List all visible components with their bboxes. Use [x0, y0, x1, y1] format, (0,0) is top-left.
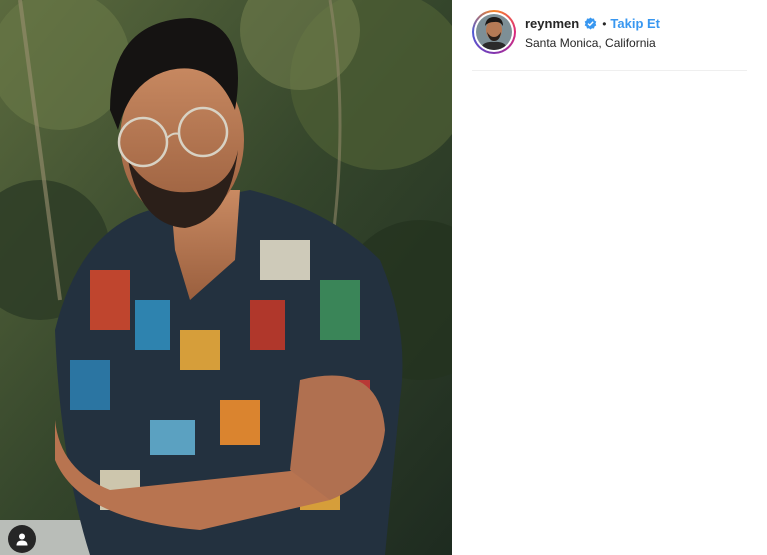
avatar-image: [476, 14, 512, 50]
post-photo-image: [0, 0, 452, 555]
username-link[interactable]: reynmen: [525, 16, 579, 31]
header-divider: [472, 70, 747, 71]
location-link[interactable]: Santa Monica, California: [525, 36, 656, 50]
avatar[interactable]: [472, 10, 516, 54]
post-sidebar: reynmen • Takip Et Santa Monica, Califor…: [452, 0, 767, 555]
verified-badge-icon: [584, 17, 597, 30]
separator-dot: •: [602, 16, 607, 31]
post-photo[interactable]: [0, 0, 452, 555]
follow-button[interactable]: Takip Et: [610, 16, 660, 31]
header-title-row: reynmen • Takip Et: [525, 16, 660, 31]
user-tag-icon: [16, 533, 28, 546]
user-tag-button[interactable]: [8, 525, 36, 553]
post-header: reynmen • Takip Et Santa Monica, Califor…: [472, 10, 747, 70]
